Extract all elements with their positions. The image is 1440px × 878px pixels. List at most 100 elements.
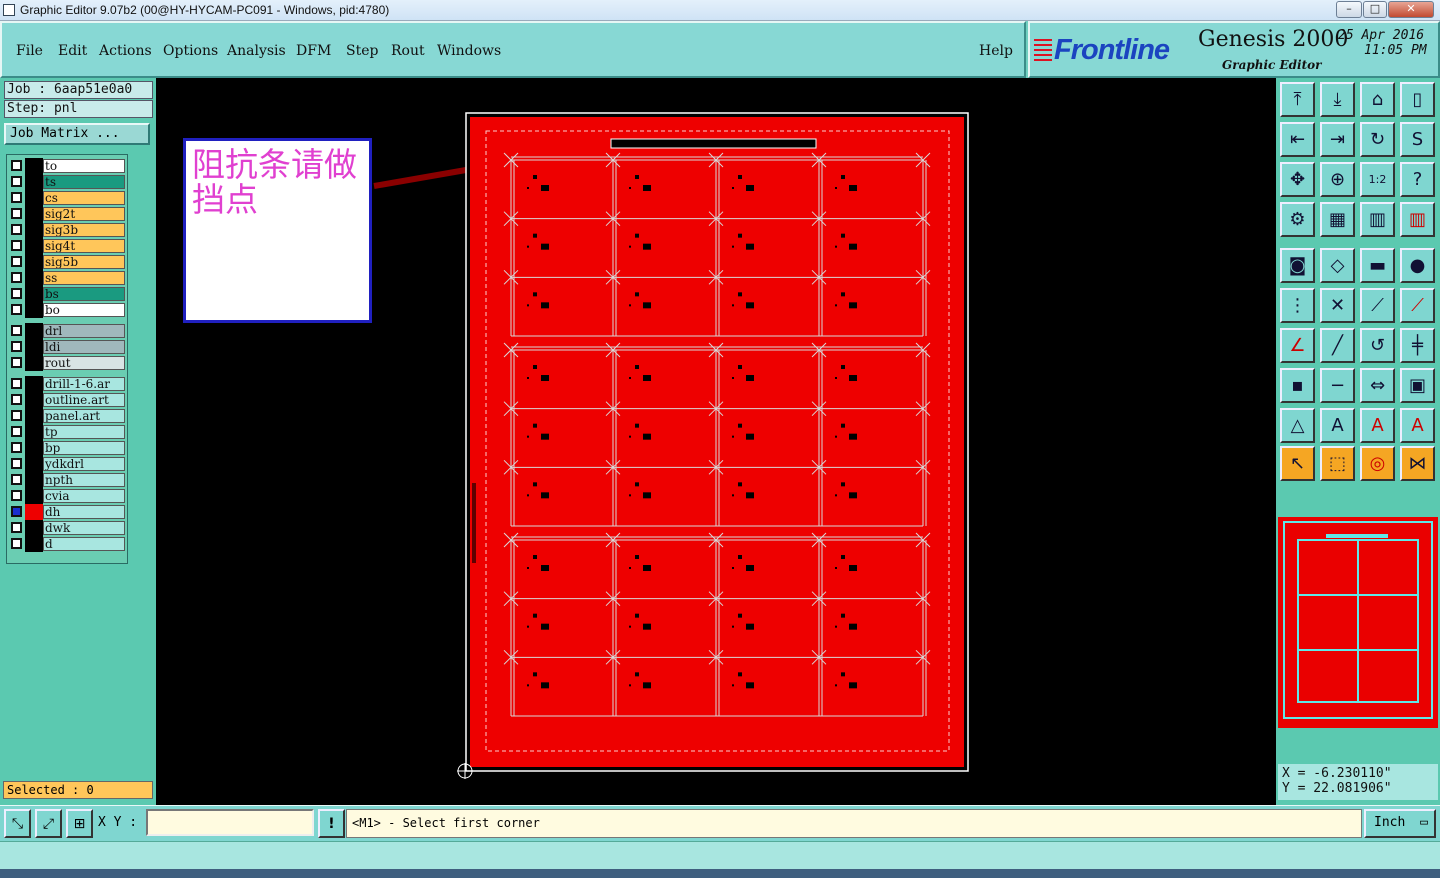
minimize-button[interactable]: – [1336, 1, 1362, 18]
layer-row-drill-1-6.ar[interactable]: drill-1-6.ar [9, 376, 125, 392]
tool-shapes-button[interactable]: ▣ [1400, 368, 1435, 403]
layer-checkbox[interactable] [11, 325, 22, 336]
tool-line-button[interactable]: ╱ [1320, 328, 1355, 363]
alert-button[interactable]: ! [318, 809, 345, 838]
tool-dot-button[interactable]: ● [1400, 248, 1435, 283]
zoom-fit-button[interactable]: ⤡ [4, 809, 31, 838]
layer-color-swatch[interactable] [25, 440, 43, 456]
tool-settings-button[interactable]: ⚙ [1280, 202, 1315, 237]
layer-row-npth[interactable]: npth [9, 472, 125, 488]
layer-row-bs[interactable]: bs [9, 286, 125, 302]
layer-row-cs[interactable]: cs [9, 190, 125, 206]
tool-question-button[interactable]: ? [1400, 162, 1435, 197]
layer-checkbox[interactable] [11, 522, 22, 533]
menu-windows[interactable]: Windows [437, 43, 501, 59]
layer-checkbox[interactable] [11, 426, 22, 437]
layer-row-bp[interactable]: bp [9, 440, 125, 456]
layer-color-swatch[interactable] [25, 355, 43, 371]
tool-squares-button[interactable]: ▪ [1280, 368, 1315, 403]
tool-grid-button[interactable]: ▦ [1320, 202, 1355, 237]
layer-row-panel.art[interactable]: panel.art [9, 408, 125, 424]
layer-color-swatch[interactable] [25, 254, 43, 270]
menu-analysis[interactable]: Analysis [227, 43, 286, 59]
tool-move-left-button[interactable]: ⇤ [1280, 122, 1315, 157]
tool-panels-button[interactable]: ▯ [1400, 82, 1435, 117]
tool-scale-one-button[interactable]: 1:2 [1360, 162, 1395, 197]
layer-color-swatch[interactable] [25, 472, 43, 488]
mini-map[interactable] [1278, 517, 1438, 728]
layer-row-dh[interactable]: dh [9, 504, 125, 520]
menu-actions[interactable]: Actions [99, 43, 152, 59]
layer-row-ydkdrl[interactable]: ydkdrl [9, 456, 125, 472]
tool-select-box-button[interactable]: ⬚ [1320, 446, 1355, 481]
layer-color-swatch[interactable] [25, 302, 43, 318]
layer-checkbox[interactable] [11, 490, 22, 501]
tool-connect-red-button[interactable]: ⟋ [1400, 288, 1435, 323]
graphic-canvas[interactable]: 阻抗条请做挡点 [156, 78, 1276, 805]
tool-home-button[interactable]: ⌂ [1360, 82, 1395, 117]
layer-row-bo[interactable]: bo [9, 302, 125, 318]
layer-row-ts[interactable]: ts [9, 174, 125, 190]
unit-selector[interactable]: Inch ▭ [1364, 809, 1436, 838]
layer-color-swatch[interactable] [25, 456, 43, 472]
menu-help[interactable]: Help [979, 43, 1013, 59]
tool-select-circle-button[interactable]: ◎ [1360, 446, 1395, 481]
layer-row-dwk[interactable]: dwk [9, 520, 125, 536]
tool-arc-button[interactable]: ↺ [1360, 328, 1395, 363]
layer-checkbox[interactable] [11, 208, 22, 219]
layer-checkbox[interactable] [11, 458, 22, 469]
tool-select-net-button[interactable]: ⋈ [1400, 446, 1435, 481]
tool-resize-button[interactable]: ⇔ [1360, 368, 1395, 403]
layer-checkbox[interactable] [11, 357, 22, 368]
tool-edit-shape-button[interactable]: ◇ [1320, 248, 1355, 283]
tool-cross-button[interactable]: ✕ [1320, 288, 1355, 323]
layer-checkbox[interactable] [11, 192, 22, 203]
menu-file[interactable]: File [16, 43, 43, 59]
tool-text-a-button[interactable]: A [1320, 408, 1355, 443]
tool-angle-button[interactable]: ∠ [1280, 328, 1315, 363]
layer-row-d[interactable]: d [9, 536, 125, 552]
layer-color-swatch[interactable] [25, 424, 43, 440]
layer-row-rout[interactable]: rout [9, 355, 125, 371]
menu-edit[interactable]: Edit [58, 43, 87, 59]
maximize-button[interactable]: □ [1363, 1, 1387, 18]
tool-s-shape-button[interactable]: S [1400, 122, 1435, 157]
tool-triangle-button[interactable]: △ [1280, 408, 1315, 443]
layer-row-drl[interactable]: drl [9, 323, 125, 339]
layer-row-cvia[interactable]: cvia [9, 488, 125, 504]
layer-checkbox[interactable] [11, 341, 22, 352]
layer-color-swatch[interactable] [25, 339, 43, 355]
layer-color-swatch[interactable] [25, 520, 43, 536]
layer-color-swatch[interactable] [25, 174, 43, 190]
measure-button[interactable]: ⤢ [35, 809, 62, 838]
layer-row-to[interactable]: to [9, 158, 125, 174]
layer-color-swatch[interactable] [25, 190, 43, 206]
layer-row-sig3b[interactable]: sig3b [9, 222, 125, 238]
layer-checkbox[interactable] [11, 224, 22, 235]
xy-input[interactable] [146, 809, 314, 836]
snap-grid-button[interactable]: ⊞ [66, 809, 93, 838]
layer-row-ss[interactable]: ss [9, 270, 125, 286]
layer-checkbox[interactable] [11, 240, 22, 251]
layer-color-swatch[interactable] [25, 238, 43, 254]
tool-connect-button[interactable]: ⟋ [1360, 288, 1395, 323]
layer-color-swatch[interactable] [25, 270, 43, 286]
tool-text-a3-button[interactable]: A [1400, 408, 1435, 443]
tool-pointer-button[interactable]: ↖ [1280, 446, 1315, 481]
menu-options[interactable]: Options [163, 43, 218, 59]
tool-layers-button[interactable]: ▥ [1360, 202, 1395, 237]
layer-row-sig4t[interactable]: sig4t [9, 238, 125, 254]
layer-checkbox[interactable] [11, 176, 22, 187]
layer-color-swatch[interactable] [25, 222, 43, 238]
layer-checkbox[interactable] [11, 538, 22, 549]
layer-row-ldi[interactable]: ldi [9, 339, 125, 355]
menu-step[interactable]: Step [346, 43, 378, 59]
menu-rout[interactable]: Rout [391, 43, 425, 59]
layer-color-swatch[interactable] [25, 206, 43, 222]
layer-color-swatch[interactable] [25, 504, 43, 520]
tool-split-button[interactable]: ╪ [1400, 328, 1435, 363]
layer-color-swatch[interactable] [25, 158, 43, 174]
tool-zoom-center-button[interactable]: ⊕ [1320, 162, 1355, 197]
tool-pad-button[interactable]: ◙ [1280, 248, 1315, 283]
layer-checkbox[interactable] [11, 272, 22, 283]
